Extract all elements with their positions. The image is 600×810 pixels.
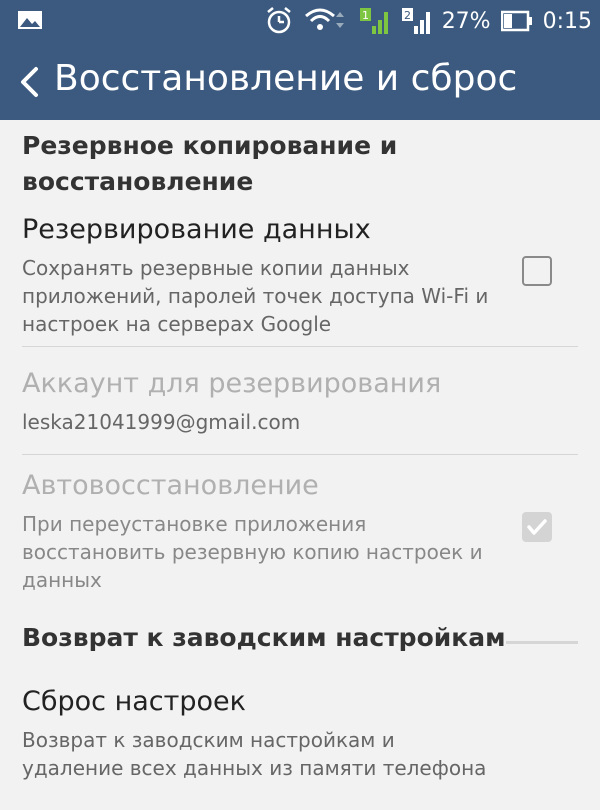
divider — [22, 346, 578, 347]
backup-data-checkbox[interactable] — [522, 256, 552, 286]
wifi-icon — [304, 8, 344, 30]
backup-data-summary: Сохранять резервные копии данных приложе… — [22, 256, 489, 336]
status-bar: 1 2 27% 0:15 — [0, 0, 600, 42]
auto-restore-summary: При переустановке приложения восстановит… — [22, 512, 483, 592]
backup-data-title: Резервирование данных — [22, 214, 371, 245]
auto-restore-checkbox[interactable] — [522, 512, 552, 542]
app-bar: Восстановление и сброс — [0, 42, 600, 120]
svg-text:2: 2 — [404, 9, 411, 22]
section-header-factory: Возврат к заводским настройкам — [22, 623, 506, 652]
alarm-icon — [266, 7, 291, 34]
backup-account-title: Аккаунт для резервирования — [22, 368, 442, 399]
section-divider-line — [506, 641, 578, 644]
battery-percent: 27% — [441, 8, 491, 34]
divider — [22, 454, 578, 455]
clock: 0:15 — [542, 8, 592, 34]
page-title: Восстановление и сброс — [54, 58, 518, 99]
back-arrow-icon[interactable] — [18, 66, 40, 98]
signal-sim1-icon: 1 — [359, 8, 388, 34]
checkmark-icon — [527, 519, 547, 535]
image-notification-icon — [18, 11, 42, 29]
backup-account-summary: leska21041999@gmail.com — [22, 410, 301, 434]
signal-sim2-icon: 2 — [401, 8, 430, 34]
battery-icon — [500, 10, 532, 32]
auto-restore-title: Автовосстановление — [22, 470, 319, 501]
svg-text:1: 1 — [362, 9, 369, 22]
factory-reset-summary: Возврат к заводским настройкам и удалени… — [22, 728, 487, 780]
section-header-backup: Резервное копирование и восстановление — [22, 131, 398, 196]
factory-reset-title: Сброс настроек — [22, 686, 246, 717]
settings-list: Резервное копирование и восстановление Р… — [0, 120, 600, 810]
